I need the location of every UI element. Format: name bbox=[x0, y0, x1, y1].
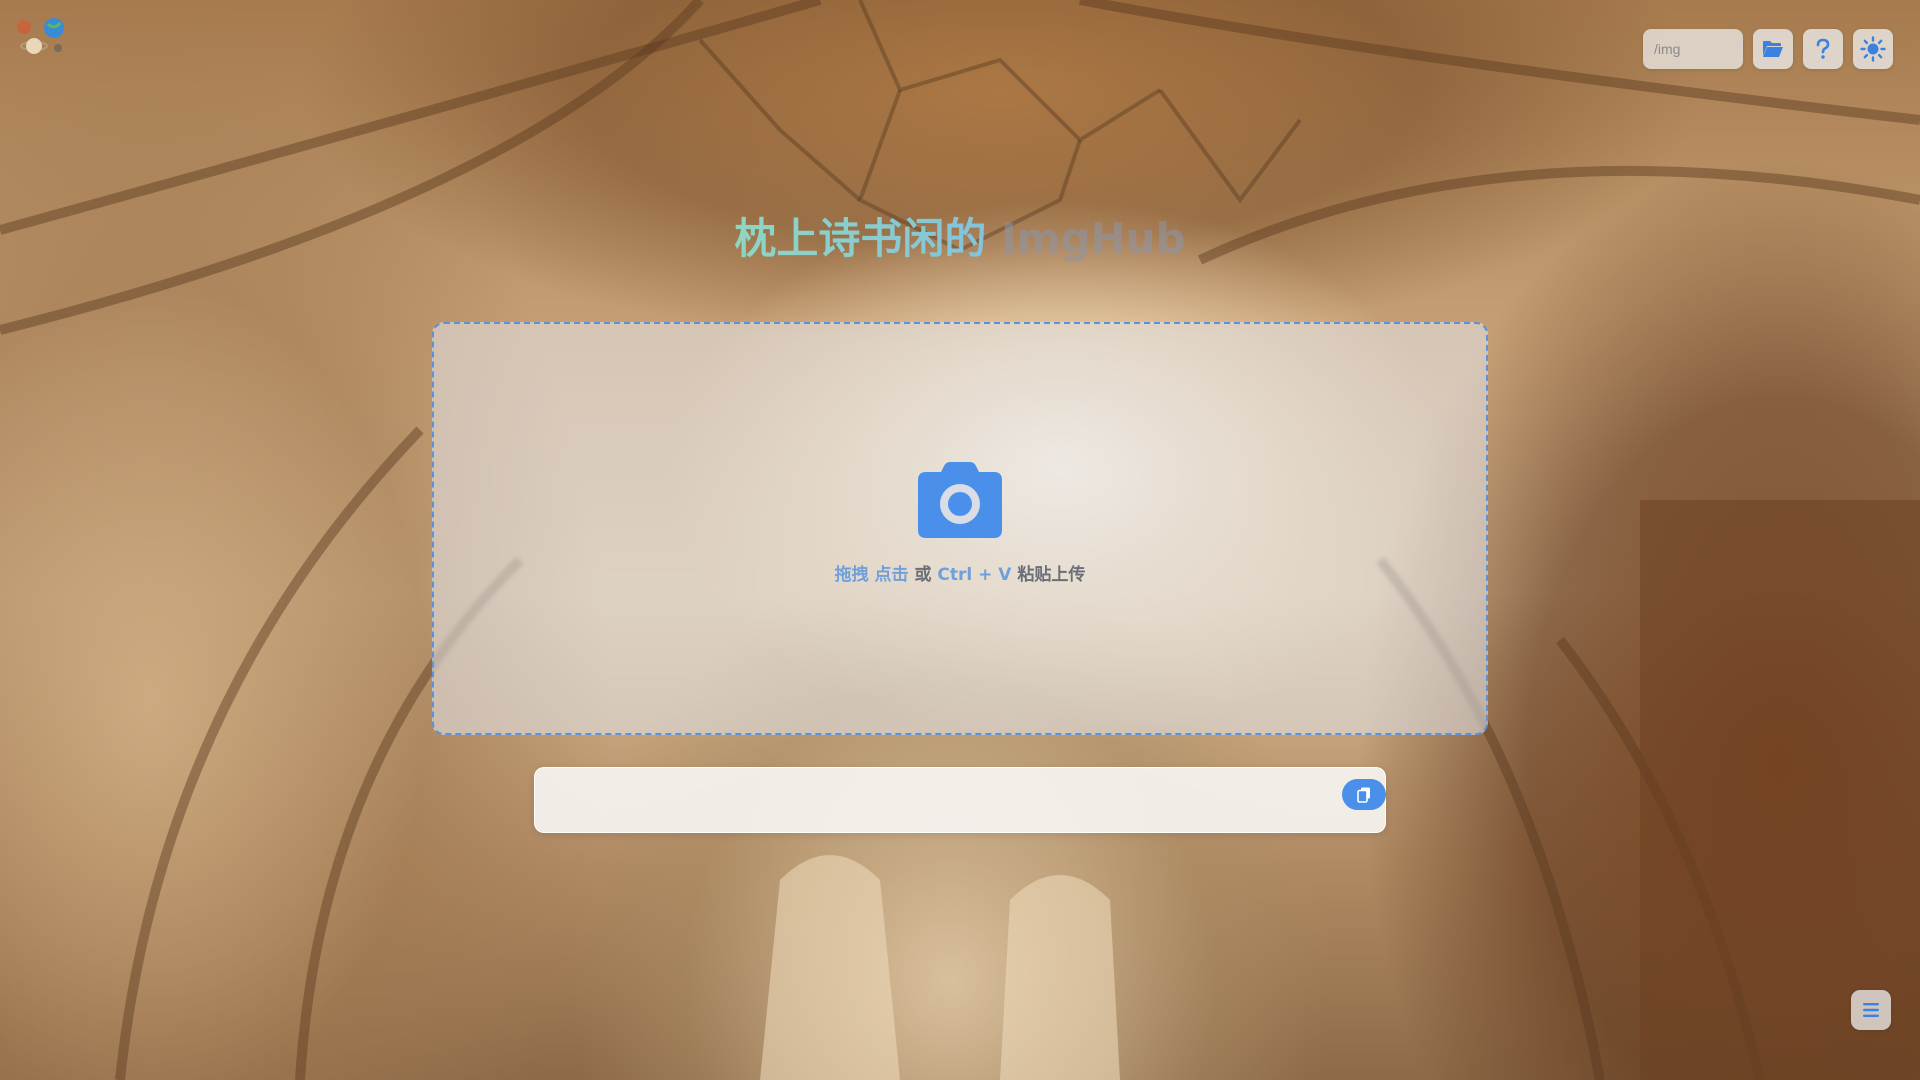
drag-label: 拖拽 bbox=[834, 565, 869, 585]
folder-open-icon bbox=[1763, 41, 1783, 57]
or-label: 或 bbox=[908, 565, 938, 585]
help-button[interactable] bbox=[1803, 29, 1843, 69]
menu-icon bbox=[1863, 1003, 1879, 1017]
shortcut-label: Ctrl + V bbox=[937, 565, 1012, 585]
copy-icon bbox=[1357, 787, 1370, 803]
title-primary: 枕上诗书闲的 bbox=[734, 214, 987, 263]
menu-button[interactable] bbox=[1851, 990, 1891, 1030]
click-label[interactable]: 点击 bbox=[875, 565, 909, 585]
paste-label: 粘贴上传 bbox=[1011, 565, 1086, 585]
path-input[interactable] bbox=[1643, 29, 1743, 69]
copy-button[interactable] bbox=[1342, 779, 1386, 810]
upload-hint: 拖拽 点击 或 Ctrl + V 粘贴上传 bbox=[835, 560, 1086, 585]
page-title: 枕上诗书闲的 ImgHub bbox=[0, 205, 1920, 266]
site-logo[interactable] bbox=[14, 14, 70, 58]
upload-dropzone[interactable]: 拖拽 点击 或 Ctrl + V 粘贴上传 bbox=[432, 322, 1488, 735]
planets-logo-icon bbox=[17, 18, 64, 54]
sun-icon bbox=[1860, 36, 1886, 62]
question-icon bbox=[1816, 38, 1830, 59]
theme-toggle-button[interactable] bbox=[1853, 29, 1893, 69]
title-secondary: ImgHub bbox=[986, 214, 1186, 263]
top-toolbar bbox=[1643, 29, 1893, 69]
result-link-field[interactable] bbox=[534, 767, 1386, 833]
camera-icon bbox=[918, 462, 1002, 538]
folder-button[interactable] bbox=[1753, 29, 1793, 69]
